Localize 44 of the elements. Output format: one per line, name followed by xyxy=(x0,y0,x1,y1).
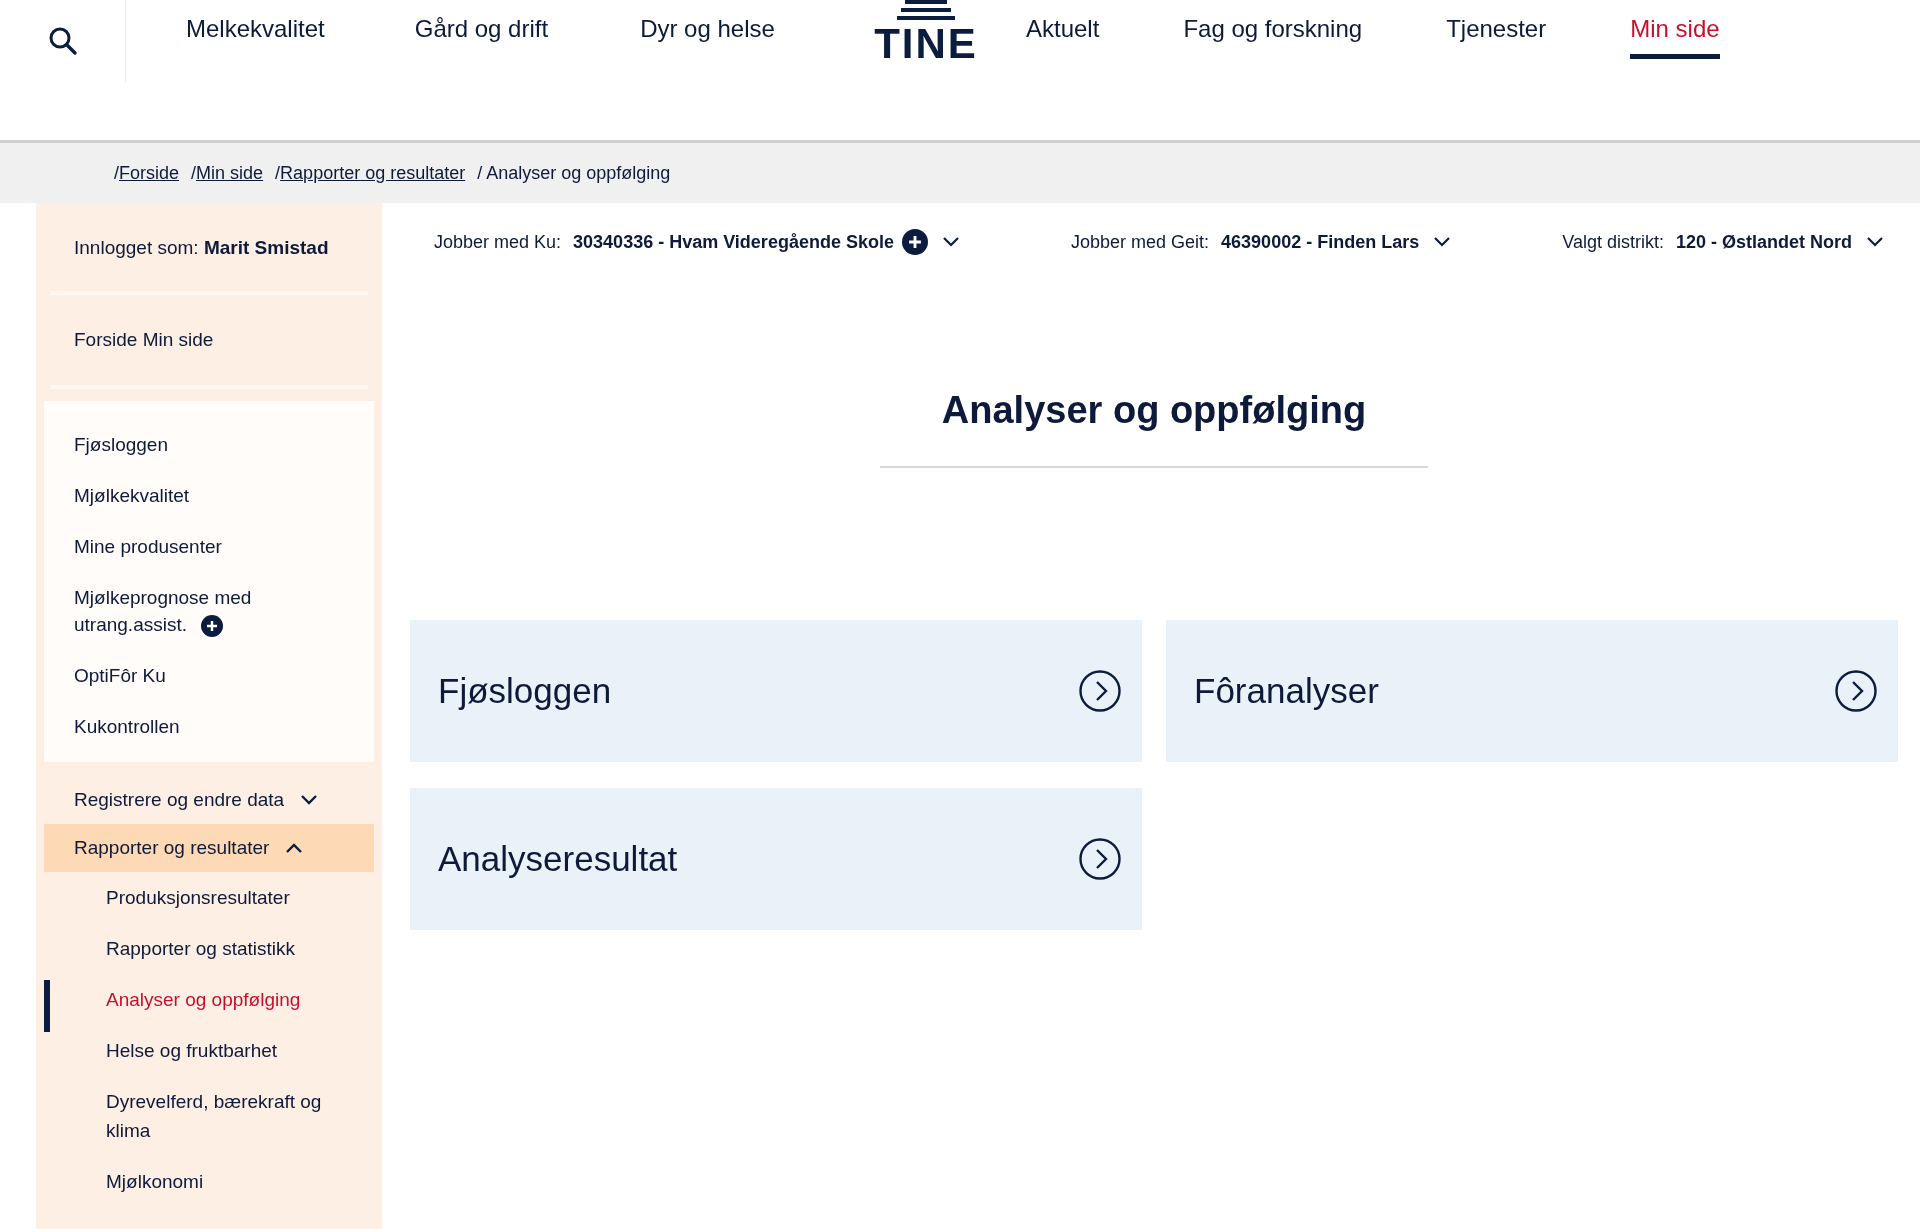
nav-link[interactable]: Gård og drift xyxy=(414,14,549,59)
sidebar-item[interactable]: Mjølkeprognose med utrang.assist. xyxy=(44,572,364,650)
nav-link[interactable]: Tjenester xyxy=(1446,14,1547,59)
sidebar-item[interactable]: Mjølkekvalitet xyxy=(44,470,364,521)
sidebar-subitem[interactable]: Rapporter og statistikk xyxy=(106,923,336,974)
chevron-down-icon xyxy=(1433,236,1452,248)
arrow-circle-icon xyxy=(1834,669,1878,713)
context-selector[interactable]: Jobber med Ku: 30340336 - Hvam Videregående Skole xyxy=(434,225,960,259)
sidebar-subitem[interactable]: Analyser og oppfølging xyxy=(106,974,336,1025)
link-card[interactable]: Fôranalyser xyxy=(1166,620,1898,762)
context-selector[interactable]: Valgt distrikt: 120 - Østlandet Nord xyxy=(1562,225,1884,259)
nav-link[interactable]: Melkekvalitet xyxy=(186,14,325,59)
breadcrumb-current: / Analyser og oppfølging xyxy=(477,162,671,184)
chevron-down-icon xyxy=(941,236,960,248)
nav-link[interactable]: Fag og forskning xyxy=(1183,14,1363,59)
page-title: Analyser og oppfølging xyxy=(940,389,1368,432)
sidebar-subitem[interactable]: Helse og fruktbarhet xyxy=(106,1025,336,1076)
sidebar-item[interactable]: Kukontrollen xyxy=(44,701,364,752)
sidebar-subitem[interactable]: Dyrevelferd, bærekraft og klima xyxy=(106,1076,336,1156)
link-card[interactable]: Analyseresultat xyxy=(410,788,1142,930)
sidebar-link[interactable]: Forside Min side xyxy=(44,295,374,385)
sidebar-item[interactable]: Mine produsenter xyxy=(44,521,364,572)
chevron-down-icon xyxy=(300,794,319,806)
sidebar-item[interactable]: Fjøsloggen xyxy=(44,419,364,470)
sidebar-item[interactable]: OptiFôr Ku xyxy=(44,650,364,701)
logged-in-user: Innlogget som: Marit Smistad xyxy=(73,236,330,260)
context-selector[interactable]: Jobber med Geit: 46390002 - Finden Lars xyxy=(1071,225,1452,259)
breadcrumb-link[interactable]: /Forside xyxy=(114,162,180,184)
nav-link[interactable]: Dyr og helse xyxy=(640,14,775,59)
nav-link[interactable]: Min side xyxy=(1630,14,1720,59)
arrow-circle-icon xyxy=(1078,837,1122,881)
chevron-up-icon xyxy=(285,842,304,854)
nav-link[interactable]: Aktuelt xyxy=(1026,14,1100,59)
sidebar-subitem[interactable]: Produksjonsresultater xyxy=(106,872,336,923)
link-card[interactable]: Fjøsloggen xyxy=(410,620,1142,762)
breadcrumb-link[interactable]: /Rapporter og resultater xyxy=(275,162,466,184)
arrow-circle-icon xyxy=(1078,669,1122,713)
search-icon xyxy=(47,26,78,56)
sidebar-section[interactable]: Rapporter og resultater xyxy=(44,824,374,872)
breadcrumb-link[interactable]: /Min side xyxy=(191,162,264,184)
sidebar-section[interactable]: Registrere og endre data xyxy=(44,776,374,824)
logo[interactable]: TINE xyxy=(866,0,986,66)
sidebar-subitem[interactable]: Mjølkonomi xyxy=(106,1156,336,1207)
chevron-down-icon xyxy=(1866,236,1884,248)
